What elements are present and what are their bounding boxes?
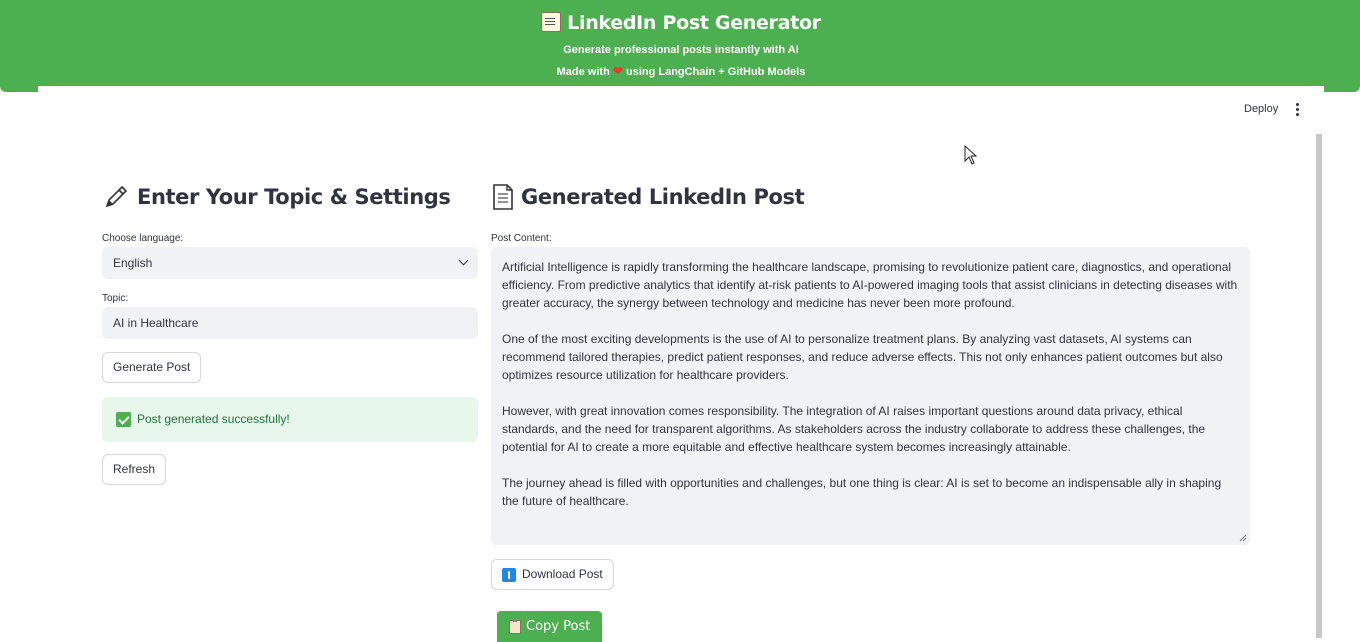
header-content: LinkedIn Post Generator Generate profess… xyxy=(38,0,1324,86)
generate-post-button[interactable]: Generate Post xyxy=(102,352,202,383)
copy-label: Copy Post xyxy=(526,619,591,634)
copy-post-button[interactable]: Copy Post xyxy=(497,611,603,642)
chevron-down-icon xyxy=(458,255,469,266)
post-content-textarea[interactable]: Artificial Intelligence is rapidly trans… xyxy=(491,247,1250,545)
success-message: Post generated successfully! xyxy=(137,412,290,426)
language-value: English xyxy=(113,256,153,270)
output-heading: Generated LinkedIn Post xyxy=(491,180,1250,214)
post-content-label: Post Content: xyxy=(491,233,552,244)
app-title: LinkedIn Post Generator xyxy=(38,12,1324,34)
app-title-text: LinkedIn Post Generator xyxy=(567,12,821,34)
made-suffix: using LangChain + GitHub Models xyxy=(625,66,806,78)
heart-icon: ❤ xyxy=(612,64,623,78)
settings-panel: Enter Your Topic & Settings Choose langu… xyxy=(102,180,478,485)
header-strip xyxy=(38,86,1324,92)
memo-icon xyxy=(541,12,562,32)
app-subtitle: Generate professional posts instantly wi… xyxy=(563,44,799,56)
download-post-button[interactable]: Download Post xyxy=(491,559,614,590)
topic-label: Topic: xyxy=(102,293,129,304)
settings-heading-text: Enter Your Topic & Settings xyxy=(137,185,451,209)
kebab-icon[interactable] xyxy=(1291,102,1305,118)
post-paragraph: The journey ahead is filled with opportu… xyxy=(502,476,1222,508)
scrollbar[interactable] xyxy=(1316,134,1322,638)
post-paragraph: One of the most exciting developments is… xyxy=(502,332,1223,382)
pencil-icon xyxy=(105,185,128,208)
made-prefix: Made with xyxy=(556,66,610,78)
language-label: Choose language: xyxy=(102,233,184,244)
mouse-cursor-icon xyxy=(964,145,978,165)
resize-handle-icon[interactable] xyxy=(1239,534,1247,542)
success-alert: Post generated successfully! xyxy=(102,397,478,442)
made-with-line: Made with ❤ using LangChain + GitHub Mod… xyxy=(38,64,1324,78)
output-heading-text: Generated LinkedIn Post xyxy=(521,185,805,209)
header-banner: LinkedIn Post Generator Generate profess… xyxy=(0,0,1360,92)
page-icon xyxy=(493,184,513,210)
clipboard-icon xyxy=(509,618,521,634)
check-icon xyxy=(116,412,131,427)
deploy-button[interactable]: Deploy xyxy=(1236,101,1286,117)
topic-input[interactable] xyxy=(102,307,478,339)
post-paragraph: However, with great innovation comes res… xyxy=(502,404,1206,454)
refresh-button[interactable]: Refresh xyxy=(102,454,167,485)
download-label: Download Post xyxy=(522,567,603,581)
download-icon xyxy=(502,567,516,582)
language-select[interactable]: English xyxy=(102,247,478,279)
settings-heading: Enter Your Topic & Settings xyxy=(102,180,478,214)
output-panel: Generated LinkedIn Post Post Content: Ar… xyxy=(491,180,1250,642)
post-paragraph: Artificial Intelligence is rapidly trans… xyxy=(502,260,1238,310)
